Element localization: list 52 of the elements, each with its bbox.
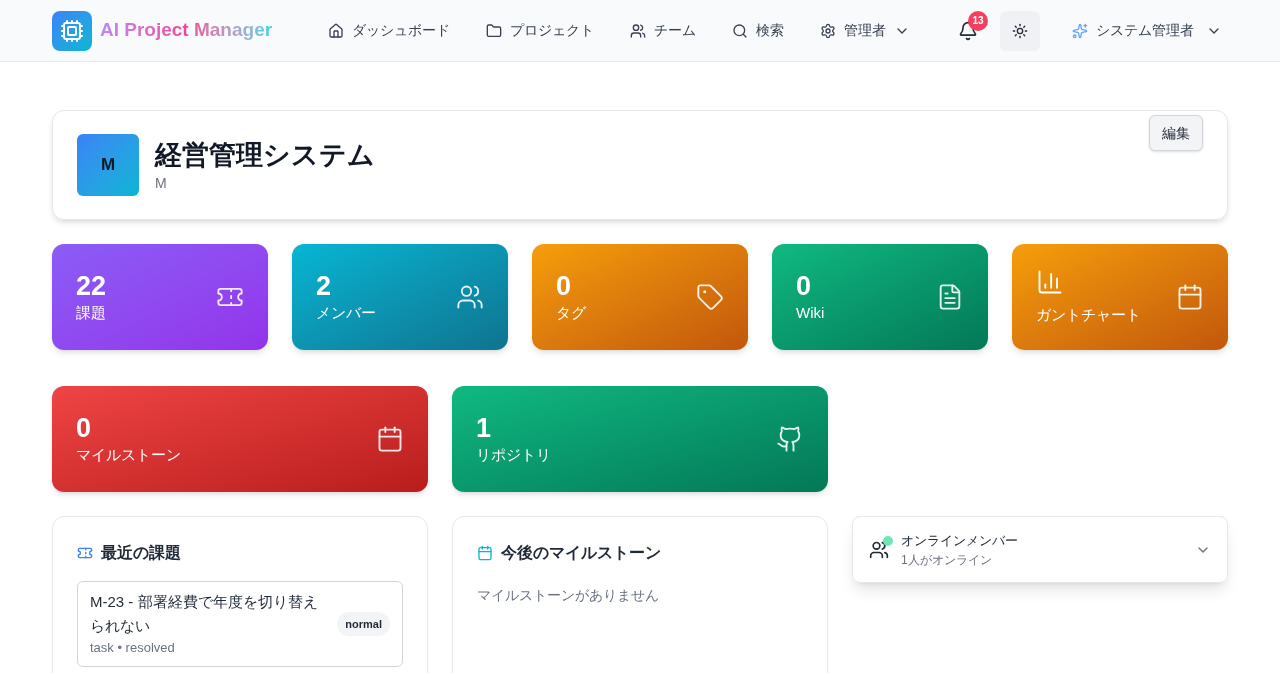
home-icon [328, 22, 345, 39]
issue-meta: task • resolved [90, 639, 176, 657]
stat-card[interactable]: 22 課題 [52, 244, 268, 350]
nav-link[interactable]: プロジェクト [486, 20, 595, 41]
search-icon [732, 22, 749, 39]
calendar-icon [1176, 283, 1204, 311]
empty-message: マイルストーンがありません [477, 586, 660, 605]
nav-link[interactable]: ダッシュボード [328, 20, 451, 41]
tag-icon [696, 283, 724, 311]
nav-link[interactable]: チーム [630, 20, 697, 41]
stat-value: 2 [316, 269, 333, 302]
stat-label: Wiki [796, 302, 825, 323]
stat-label: メンバー [316, 302, 376, 323]
project-title: 経営管理システム [155, 138, 375, 172]
issue-title: M-23 - 部署経費で年度を切り替えられない [90, 592, 319, 636]
users-icon [630, 22, 647, 39]
stat-value: 0 [796, 269, 813, 302]
stat-card[interactable]: 0 マイルストーン [52, 386, 428, 492]
stat-label: ガントチャート [1036, 304, 1141, 325]
stat-label: リポジトリ [476, 444, 551, 465]
priority-badge: normal [337, 611, 390, 636]
stat-value: 1 [476, 411, 493, 444]
notification-badge: 13 [968, 10, 988, 31]
stat-label: タグ [556, 302, 586, 323]
folder-icon [486, 22, 503, 39]
online-members-panel[interactable]: オンラインメンバー 1人がオンライン [852, 516, 1228, 583]
panel-subtitle: 1人がオンライン [901, 551, 993, 569]
stat-value: 0 [556, 269, 573, 302]
issue-item[interactable]: M-23 - 部署経費で年度を切り替えられない task • resolved normal [77, 581, 403, 667]
user-menu-button[interactable]: システム管理者 [1072, 20, 1222, 41]
sparkles-icon [1072, 22, 1088, 39]
stat-value: 0 [76, 411, 93, 444]
logo-icon[interactable] [52, 10, 92, 51]
stat-label: マイルストーン [76, 444, 181, 465]
card-title: 今後のマイルストーン [501, 543, 661, 563]
calendar-icon [477, 545, 493, 561]
sun-icon [1012, 22, 1028, 39]
edit-button[interactable]: 編集 [1149, 115, 1203, 151]
theme-toggle-button[interactable] [1000, 10, 1040, 51]
panel-title: オンラインメンバー [901, 531, 1018, 550]
ticket-icon [77, 545, 93, 561]
nav-link[interactable]: 検索 [732, 20, 785, 41]
settings-icon [820, 22, 837, 39]
project-avatar: M [77, 134, 139, 196]
project-key: M [155, 172, 375, 194]
card-title: 最近の課題 [101, 543, 181, 563]
users-icon [456, 283, 484, 311]
notification-button[interactable]: 13 [948, 10, 988, 51]
nav-link[interactable]: 管理者 [820, 20, 911, 41]
stat-label: 課題 [76, 302, 107, 323]
stat-value: 22 [76, 269, 107, 302]
calendar-icon [376, 425, 404, 453]
